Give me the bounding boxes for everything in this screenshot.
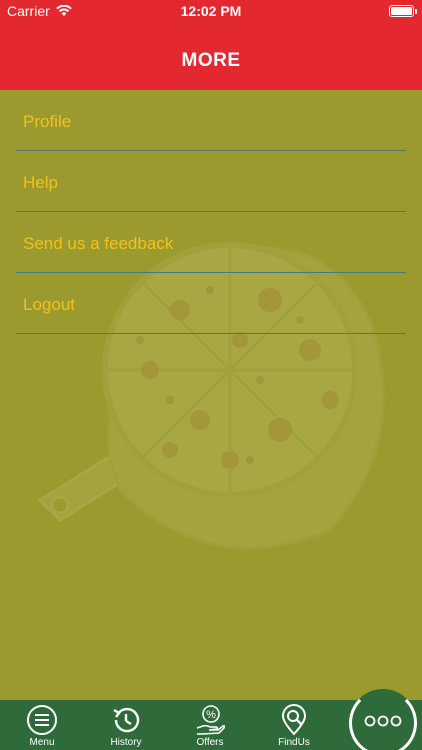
page-title: MORE: [181, 50, 241, 71]
tab-label: Offers: [196, 737, 224, 748]
percent-offer-icon: %: [196, 705, 226, 735]
status-bar: Carrier 12:02 PM: [0, 0, 422, 24]
menu-item-label: Help: [23, 173, 58, 192]
map-search-icon: [281, 704, 307, 736]
tab-label: FindUs: [278, 737, 310, 748]
more-dots-icon: [364, 715, 402, 727]
status-time: 12:02 PM: [180, 3, 242, 19]
tab-label: Menu: [29, 737, 55, 748]
tab-more[interactable]: [352, 692, 414, 750]
menu-item-profile[interactable]: Profile: [0, 90, 422, 151]
tab-offers[interactable]: % Offers: [168, 700, 252, 750]
divider: [16, 333, 406, 334]
battery-icon: [389, 5, 417, 17]
tab-findus[interactable]: FindUs: [252, 700, 336, 750]
tab-history[interactable]: History: [84, 700, 168, 750]
menu-item-feedback[interactable]: Send us a feedback: [0, 212, 422, 273]
tab-menu[interactable]: Menu: [0, 700, 84, 750]
menu-item-label: Logout: [23, 295, 75, 314]
history-clock-icon: [113, 707, 140, 733]
svg-text:%: %: [206, 709, 216, 721]
more-menu-list: Profile Help Send us a feedback Logout: [0, 90, 422, 334]
menu-list-icon: [27, 705, 57, 735]
menu-item-label: Send us a feedback: [23, 234, 174, 253]
menu-item-help[interactable]: Help: [0, 151, 422, 212]
tab-label: History: [110, 737, 142, 748]
menu-item-logout[interactable]: Logout: [0, 273, 422, 334]
menu-item-label: Profile: [23, 112, 72, 131]
